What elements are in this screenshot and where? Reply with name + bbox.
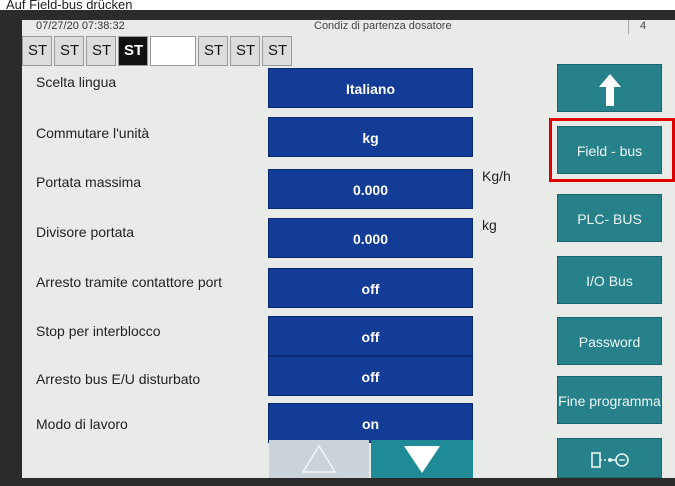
value-max-rate[interactable]: 0.000 — [268, 169, 473, 209]
end-program-button[interactable]: Fine programma — [557, 376, 662, 424]
row-label-bus-fault-stop: Arresto bus E/U disturbato — [36, 371, 201, 387]
value-work-mode[interactable]: on — [268, 403, 473, 443]
device-bezel: 07/27/20 07:38:32 Condiz di partenza dos… — [0, 10, 675, 486]
row-label-work-mode: Modo di lavoro — [36, 416, 128, 432]
caption-suffix: drücken — [82, 0, 133, 10]
caption-prefix: Auf — [6, 0, 30, 10]
instruction-caption: Auf Field-bus drücken — [0, 0, 675, 10]
tab-st-4[interactable]: ST — [118, 36, 148, 66]
row-label-contactor-stop: Arresto tramite contattore port — [36, 274, 222, 290]
row-label-language: Scelta lingua — [36, 74, 117, 90]
page-up-button[interactable] — [269, 440, 369, 478]
header-datetime: 07/27/20 07:38:32 — [36, 20, 125, 32]
unit-rate-divider: kg — [482, 217, 497, 233]
row-label-rate-divider: Divisore portata — [36, 224, 135, 240]
scroll-up-button[interactable] — [557, 64, 662, 112]
connection-button[interactable] — [557, 438, 662, 478]
row-label-unit: Commutare l'unità — [36, 125, 150, 141]
tab-st-2[interactable]: ST — [54, 36, 84, 66]
tab-st-7[interactable]: ST — [262, 36, 292, 66]
value-contactor-stop[interactable]: off — [268, 268, 473, 308]
field-bus-button[interactable]: Field - bus — [557, 126, 662, 174]
tab-st-6[interactable]: ST — [230, 36, 260, 66]
value-rate-divider[interactable]: 0.000 — [268, 218, 473, 258]
page-down-button[interactable] — [371, 440, 473, 478]
row-label-max-rate: Portata massima — [36, 174, 142, 190]
value-interlock-stop[interactable]: off — [268, 316, 473, 356]
header-title: Condiz di partenza dosatore — [314, 20, 452, 32]
arrow-up-icon — [598, 74, 621, 107]
value-language[interactable]: Italiano — [268, 68, 473, 108]
tab-st-5[interactable]: ST — [198, 36, 228, 66]
triangle-up-icon — [301, 444, 337, 473]
hmi-screen: 07/27/20 07:38:32 Condiz di partenza dos… — [22, 20, 675, 478]
value-bus-fault-stop[interactable]: off — [268, 356, 473, 396]
tab-st-3[interactable]: ST — [86, 36, 116, 66]
plc-bus-button[interactable]: PLC- BUS — [557, 194, 662, 242]
row-label-interlock-stop: Stop per interblocco — [36, 323, 161, 339]
unit-max-rate: Kg/h — [482, 168, 511, 184]
password-button[interactable]: Password — [557, 317, 662, 365]
header-page-number: 4 — [640, 20, 647, 32]
header-divider — [628, 20, 629, 34]
tab-blank[interactable] — [150, 36, 196, 66]
io-bus-button[interactable]: I/O Bus — [557, 256, 662, 304]
connection-icon — [590, 452, 629, 469]
triangle-down-icon — [404, 446, 440, 473]
tab-st-1[interactable]: ST — [22, 36, 52, 66]
value-unit[interactable]: kg — [268, 117, 473, 157]
caption-link: Field-bus — [29, 0, 83, 10]
